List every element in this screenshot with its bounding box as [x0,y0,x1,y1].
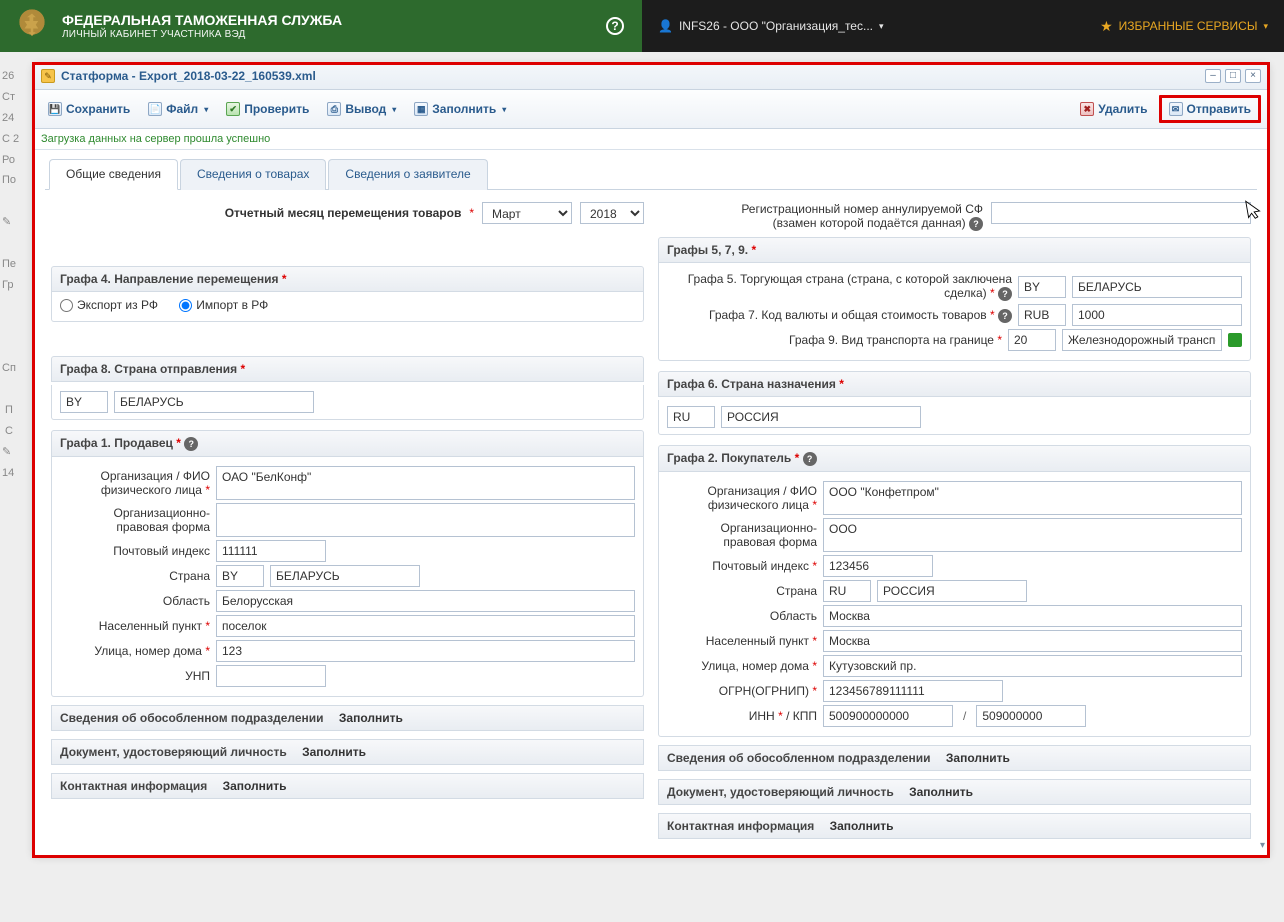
g1-unp-input[interactable] [216,665,326,687]
send-button[interactable]: ✉Отправить [1162,98,1258,120]
report-month-select[interactable]: Март [482,202,572,224]
g9-code[interactable] [1008,329,1056,351]
help-icon[interactable]: ? [606,17,624,35]
maximize-button[interactable]: □ [1225,69,1241,83]
caret-down-icon: ▾ [1263,21,1268,32]
report-month-label: Отчетный месяц перемещения товаров [51,206,461,220]
help-icon[interactable]: ? [184,437,198,451]
close-button[interactable]: × [1245,69,1261,83]
g2-city-input[interactable] [823,630,1242,652]
g7-value[interactable] [1072,304,1242,326]
save-icon: 💾 [48,102,62,116]
background-obscured: 26Ст24С 2РоПо✎ПеГрСп П С✎14 [0,62,32,870]
header-title: ФЕДЕРАЛЬНАЯ ТАМОЖЕННАЯ СЛУЖБА [62,12,342,29]
file-icon: 📄 [148,102,162,116]
send-icon: ✉ [1169,102,1183,116]
g2-region-input[interactable] [823,605,1242,627]
help-icon[interactable]: ? [998,309,1012,323]
g8-name-input[interactable] [114,391,314,413]
annul-number-input[interactable] [991,202,1251,224]
file-button[interactable]: 📄Файл▾ [141,98,215,120]
g2-org-input[interactable] [823,481,1242,515]
delete-button[interactable]: ✖Удалить [1073,98,1154,120]
g1-country-code[interactable] [216,565,264,587]
g6-name-input[interactable] [721,406,921,428]
dialog-title: Статформа - Export_2018-03-22_160539.xml [61,69,316,83]
statform-dialog: ✎ Статформа - Export_2018-03-22_160539.x… [32,62,1270,856]
g2-kpp-input[interactable] [976,705,1086,727]
tab-applicant[interactable]: Сведения о заявителе [328,159,487,190]
tab-goods[interactable]: Сведения о товарах [180,159,326,190]
help-icon[interactable]: ? [969,217,983,231]
g1-subdivision[interactable]: Сведения об обособленном подразделении З… [51,705,644,731]
g1-org-input[interactable] [216,466,635,500]
help-icon[interactable]: ? [998,287,1012,301]
g9-name[interactable] [1062,329,1222,351]
g2-ogrn-input[interactable] [823,680,1003,702]
star-icon: ★ [1100,18,1113,35]
delete-icon: ✖ [1080,102,1094,116]
minimize-button[interactable]: – [1205,69,1221,83]
g6-code-input[interactable] [667,406,715,428]
output-icon: ⎙ [327,102,341,116]
header-subtitle: ЛИЧНЫЙ КАБИНЕТ УЧАСТНИКА ВЭД [62,29,342,40]
g1-post-input[interactable] [216,540,326,562]
g2-subdivision[interactable]: Сведения об обособленном подразделении З… [658,745,1251,771]
status-message: Загрузка данных на сервер прошла успешно [33,129,1269,150]
document-icon: ✎ [41,69,55,83]
g1-city-input[interactable] [216,615,635,637]
user-icon: 👤 [658,19,673,33]
g2-inn-input[interactable] [823,705,953,727]
g7-code[interactable] [1018,304,1066,326]
radio-import[interactable]: Импорт в РФ [179,298,268,312]
g8-code-input[interactable] [60,391,108,413]
g5-code[interactable] [1018,276,1066,298]
g1-id-document[interactable]: Документ, удостоверяющий личность Заполн… [51,739,644,765]
save-button[interactable]: 💾Сохранить [41,98,137,120]
g2-id-document[interactable]: Документ, удостоверяющий личность Заполн… [658,779,1251,805]
g2-post-input[interactable] [823,555,933,577]
fill-icon: ▦ [414,102,428,116]
emblem-icon [12,6,52,46]
check-icon: ✔ [226,102,240,116]
check-button[interactable]: ✔Проверить [219,98,316,120]
report-year-select[interactable]: 2018 [580,202,644,224]
expand-icon[interactable] [1228,333,1242,347]
g5-name[interactable] [1072,276,1242,298]
favorites-menu[interactable]: ★ ИЗБРАННЫЕ СЕРВИСЫ ▾ [1100,18,1268,35]
g2-country-name[interactable] [877,580,1027,602]
g2-country-code[interactable] [823,580,871,602]
user-menu[interactable]: 👤 INFS26 - ООО "Организация_тес... ▾ [658,19,884,33]
g1-form-input[interactable] [216,503,635,537]
g1-region-input[interactable] [216,590,635,612]
fill-button[interactable]: ▦Заполнить▾ [407,98,513,120]
g2-street-input[interactable] [823,655,1242,677]
g1-contact[interactable]: Контактная информация Заполнить [51,773,644,799]
scroll-down-icon[interactable]: ▾ [1260,840,1265,851]
g1-country-name[interactable] [270,565,420,587]
caret-down-icon: ▾ [879,21,884,32]
output-button[interactable]: ⎙Вывод▾ [320,98,403,120]
tab-general[interactable]: Общие сведения [49,159,178,190]
g2-form-input[interactable] [823,518,1242,552]
g1-street-input[interactable] [216,640,635,662]
g2-contact[interactable]: Контактная информация Заполнить [658,813,1251,839]
help-icon[interactable]: ? [803,452,817,466]
dialog-toolbar: 💾Сохранить 📄Файл▾ ✔Проверить ⎙Вывод▾ ▦За… [33,90,1269,129]
radio-export[interactable]: Экспорт из РФ [60,298,158,312]
